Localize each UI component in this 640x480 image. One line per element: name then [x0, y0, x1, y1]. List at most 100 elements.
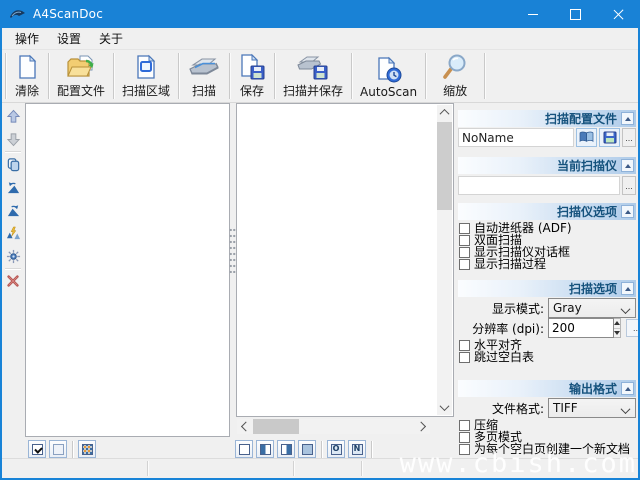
checkbox-box[interactable] [459, 444, 470, 455]
checkbox-box[interactable] [459, 235, 470, 246]
move-down-icon[interactable] [5, 131, 21, 147]
rotate-right-icon[interactable] [5, 202, 21, 218]
toolbar-button-label: 清除 [15, 82, 39, 99]
profile-row: ... [458, 128, 636, 147]
checkbox-skip-blank[interactable]: 跳过空白表 [459, 351, 636, 363]
copy-page-icon[interactable] [5, 156, 21, 172]
toolbar-profile-button[interactable]: 配置文件 [50, 50, 112, 102]
brightness-icon[interactable] [5, 248, 21, 264]
profile-name-input[interactable] [458, 128, 574, 147]
fit-width-icon [260, 444, 271, 455]
toolbar-scan-button[interactable]: 扫描 [180, 50, 228, 102]
vertical-scrollbar-thumb[interactable] [437, 122, 452, 210]
menu-settings[interactable]: 设置 [48, 28, 90, 49]
splitter-handle[interactable] [229, 227, 236, 273]
scanner-icon [187, 52, 221, 82]
actual-size-button[interactable] [298, 440, 316, 458]
collapse-icon [625, 117, 631, 121]
chevron-right-icon [416, 422, 426, 432]
current-scanner-input[interactable] [458, 176, 620, 195]
section-title: 扫描选项 [569, 280, 617, 297]
triangle-up-icon [614, 321, 620, 325]
profile-folder-icon [66, 52, 96, 82]
profile-more-button[interactable]: ... [622, 128, 636, 147]
options-panel: 扫描配置文件 [454, 103, 638, 458]
checkbox-box[interactable] [459, 352, 470, 363]
delete-icon[interactable] [5, 273, 21, 289]
checkbox-show-scan-progress[interactable]: 显示扫描过程 [459, 258, 636, 270]
toolbar-save-button[interactable]: 保存 [231, 50, 273, 102]
resolution-row: 分辨率 (dpi): ... [458, 318, 636, 338]
toolbar-button-label: 配置文件 [57, 82, 105, 99]
collapse-icon [625, 387, 631, 391]
toolbar-scan-and-save-button[interactable]: 扫描并保存 [276, 50, 350, 102]
checkbox-box[interactable] [459, 247, 470, 258]
thumbnail-grid-icon [82, 444, 93, 455]
close-button[interactable] [597, 0, 640, 28]
toolbar-scan-area-button[interactable]: 扫描区域 [115, 50, 177, 102]
save-profile-button[interactable] [599, 128, 620, 147]
fit-height-button[interactable] [277, 440, 295, 458]
spinner-up-button[interactable] [614, 319, 620, 328]
scanner-row: ... [458, 176, 636, 195]
toolbar-clear-button[interactable]: 清除 [7, 50, 47, 102]
scroll-right-button[interactable] [415, 419, 430, 434]
fit-page-button[interactable] [235, 440, 253, 458]
preview-panel[interactable] [236, 103, 454, 417]
collapse-button[interactable] [621, 282, 634, 295]
menu-operation[interactable]: 操作 [6, 28, 48, 49]
scroll-up-button[interactable] [437, 105, 452, 120]
toolbar-button-label: 扫描 [192, 82, 216, 99]
thumbnail-panel[interactable] [25, 103, 230, 437]
menu-about[interactable]: 关于 [90, 28, 132, 49]
clear-document-icon [14, 52, 40, 82]
deselect-all-button[interactable] [49, 440, 67, 458]
collapse-button[interactable] [621, 159, 634, 172]
section-title: 扫描仪选项 [557, 203, 617, 220]
fit-width-button[interactable] [256, 440, 274, 458]
spinner-down-button[interactable] [614, 328, 620, 338]
checkbox-box[interactable] [459, 432, 470, 443]
horizontal-scrollbar[interactable] [237, 419, 430, 434]
collapse-button[interactable] [621, 205, 634, 218]
display-mode-select[interactable]: Gray [548, 298, 636, 318]
move-up-icon[interactable] [5, 108, 21, 124]
collapse-icon [625, 164, 631, 168]
preview-column [236, 103, 454, 437]
load-profile-button[interactable] [576, 128, 597, 147]
original-size-icon: O [331, 444, 342, 455]
toolbar-separator [425, 53, 426, 99]
original-size-button[interactable]: O [327, 440, 345, 458]
toolbar-autoscan-button[interactable]: AutoScan [353, 50, 424, 102]
collapse-button[interactable] [621, 382, 634, 395]
vertical-scrollbar[interactable] [437, 105, 452, 415]
scroll-left-button[interactable] [237, 419, 252, 434]
open-book-icon [579, 131, 594, 144]
rotate-left-icon[interactable] [5, 179, 21, 195]
minimize-button[interactable] [511, 0, 554, 28]
checkbox-box[interactable] [459, 420, 470, 431]
thumbnail-view-button[interactable] [78, 440, 96, 458]
scroll-down-button[interactable] [437, 400, 452, 415]
thumbnail-toolbar [28, 440, 96, 458]
side-toolbar-separator [5, 151, 21, 152]
collapse-button[interactable] [621, 112, 634, 125]
horizontal-scrollbar-thumb[interactable] [253, 419, 299, 434]
checkbox-box[interactable] [459, 259, 470, 270]
new-size-button[interactable]: N [348, 440, 366, 458]
deskew-icon[interactable] [5, 225, 21, 241]
checked-box-icon [32, 444, 43, 455]
scanner-browse-button[interactable]: ... [622, 176, 636, 195]
resolution-spinner [614, 318, 621, 338]
statusbar-divider [361, 461, 362, 476]
section-title: 当前扫描仪 [557, 157, 617, 174]
maximize-button[interactable] [554, 0, 597, 28]
checkbox-new-doc-per-blank-page[interactable]: 为每个空白页创建一个新文档 [459, 443, 636, 455]
checkbox-box[interactable] [459, 340, 470, 351]
file-format-select[interactable]: TIFF [548, 398, 636, 418]
resolution-input[interactable] [548, 318, 614, 338]
select-all-button[interactable] [28, 440, 46, 458]
toolbar-zoom-button[interactable]: 缩放 [427, 50, 483, 102]
checkbox-box[interactable] [459, 223, 470, 234]
section-header-current-scanner: 当前扫描仪 [458, 157, 636, 174]
